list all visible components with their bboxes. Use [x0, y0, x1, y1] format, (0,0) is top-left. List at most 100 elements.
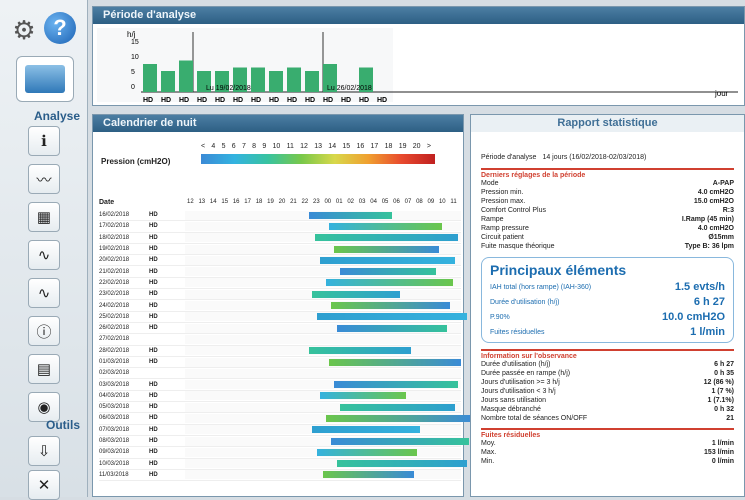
observance-row-label: Masque débranché — [481, 406, 541, 413]
night-track[interactable] — [185, 346, 461, 356]
day-label: HD — [305, 97, 315, 104]
night-track[interactable] — [185, 425, 461, 435]
calendar-row: 25/02/2018 HD — [99, 312, 467, 323]
night-track[interactable] — [185, 447, 461, 457]
hour-label: 07 — [404, 199, 412, 205]
calendar-row: 23/02/2018 HD — [99, 289, 461, 301]
usage-segment — [317, 448, 417, 456]
night-track[interactable] — [185, 436, 470, 446]
night-track[interactable] — [185, 334, 461, 344]
usage-bar[interactable] — [287, 67, 301, 93]
row-mode: HD — [149, 392, 158, 399]
device-info-icon[interactable]: ℹ — [28, 126, 60, 156]
calendar-row: 07/03/2018 HD — [99, 425, 461, 436]
help-icon[interactable]: ? — [44, 12, 76, 44]
row-date: 24/02/2018 — [99, 302, 130, 309]
observance-row: Jours sans utilisation 1 (7.1%) — [481, 396, 734, 405]
export-icon[interactable]: ⇩ — [28, 436, 60, 466]
gear-icon[interactable]: ⚙ — [10, 15, 38, 45]
setting-row-value: Type B: 36 lpm — [684, 243, 734, 250]
usage-bar[interactable] — [251, 67, 265, 93]
settings-title: Derniers réglages de la période — [481, 168, 734, 179]
setting-row: Pression max. 15.0 cmH2O — [481, 197, 734, 206]
report-icon[interactable]: ⓘ — [28, 316, 60, 346]
key-element-label: Fuites résiduelles — [490, 328, 545, 336]
observance-row-label: Jours sans utilisation — [481, 397, 546, 404]
night-track[interactable] — [185, 368, 461, 378]
night-track[interactable] — [185, 459, 467, 469]
row-date: 25/02/2018 — [99, 313, 130, 320]
night-track[interactable] — [185, 267, 461, 277]
row-mode: HD — [149, 404, 158, 411]
waveform-icon[interactable]: ∿ — [28, 240, 60, 270]
setting-row-label: Comfort Control Plus — [481, 207, 546, 214]
statistics-icon[interactable]: ▤ — [28, 354, 60, 384]
night-track[interactable] — [185, 413, 473, 423]
calendar-row: 01/03/2018 HD — [99, 357, 461, 369]
calendar-icon[interactable]: ▦ — [28, 202, 60, 232]
hour-label: 13 — [198, 199, 206, 205]
hour-label: 00 — [324, 199, 332, 205]
statistics-report-title: Rapport statistique — [471, 115, 744, 132]
setting-row-label: Mode — [481, 180, 499, 187]
scale-tick: 4 — [211, 143, 216, 150]
observance-list: Durée d'utilisation (h/j) 6 h 27 Durée pas… — [481, 360, 734, 423]
hour-label: 21 — [290, 199, 297, 205]
day-label: HD — [251, 97, 261, 104]
row-date: 11/03/2018 — [99, 471, 129, 478]
row-date: 04/03/2018 — [99, 392, 130, 399]
row-mode: HD — [149, 246, 158, 253]
setting-row-value: R:3 — [722, 207, 734, 214]
usage-segment — [334, 381, 459, 389]
hour-label: 16 — [232, 199, 240, 205]
key-element-value: 10.0 cmH2O — [662, 311, 725, 323]
key-elements-list: IAH total (hors rampe) (IAH-360) 1.5 evts… — [490, 281, 725, 338]
night-track[interactable] — [185, 470, 461, 480]
hour-label: 05 — [381, 199, 389, 205]
night-track[interactable] — [185, 289, 461, 299]
tools-icon[interactable]: ✕ — [28, 470, 60, 500]
row-mode: HD — [149, 449, 158, 456]
usage-bar[interactable] — [305, 71, 319, 92]
day-label: HD — [269, 97, 279, 104]
night-track[interactable] — [185, 210, 461, 220]
open-folder-icon[interactable] — [16, 56, 74, 102]
usage-bar[interactable] — [161, 71, 175, 92]
scale-tick: 18 — [384, 143, 393, 150]
night-track[interactable] — [185, 255, 461, 265]
usage-bar[interactable] — [179, 60, 193, 93]
night-track[interactable] — [185, 323, 461, 333]
night-track[interactable] — [185, 278, 461, 288]
night-track[interactable] — [185, 221, 461, 231]
usage-bar[interactable] — [143, 64, 157, 92]
usage-segment — [331, 437, 470, 445]
setting-row-value: A-PAP — [712, 180, 734, 187]
detail-waveform-icon[interactable]: ∿ — [28, 278, 60, 308]
row-date: 10/03/2018 — [99, 460, 130, 467]
observance-row: Durée passée en rampe (h/j) 0 h 35 — [481, 369, 734, 378]
observance-row-value: 6 h 27 — [714, 361, 734, 368]
trend-icon[interactable]: 〰 — [28, 164, 60, 194]
night-track[interactable] — [185, 357, 461, 367]
key-element-label: IAH total (hors rampe) (IAH-360) — [490, 283, 592, 291]
calendar-row: 10/03/2018 HD — [99, 459, 467, 470]
pressure-scale-ticks: <4 5 6 7 8 9 10 11 12 13 14 15 16 17 18 19 20 > — [201, 143, 431, 150]
night-track[interactable] — [185, 244, 461, 254]
night-track[interactable] — [185, 233, 461, 243]
setting-row-label: Rampe — [481, 216, 504, 223]
scale-tick: 14 — [328, 143, 337, 150]
night-track[interactable] — [185, 402, 461, 412]
key-element-row: IAH total (hors rampe) (IAH-360) 1.5 evts… — [490, 281, 725, 293]
scale-tick: 15 — [342, 143, 351, 150]
row-mode: HD — [149, 223, 158, 230]
usage-segment — [320, 256, 456, 264]
pressure-label: Pression (cmH2O) — [101, 157, 171, 166]
key-element-row: Fuites résiduelles 1 l/min — [490, 326, 725, 338]
night-track[interactable] — [185, 312, 467, 322]
row-mode: HD — [149, 438, 158, 445]
night-track[interactable] — [185, 380, 461, 390]
usage-bar[interactable] — [269, 71, 283, 92]
night-track[interactable] — [185, 301, 461, 311]
night-track[interactable] — [185, 391, 461, 401]
date-column-header: Date — [99, 199, 115, 206]
